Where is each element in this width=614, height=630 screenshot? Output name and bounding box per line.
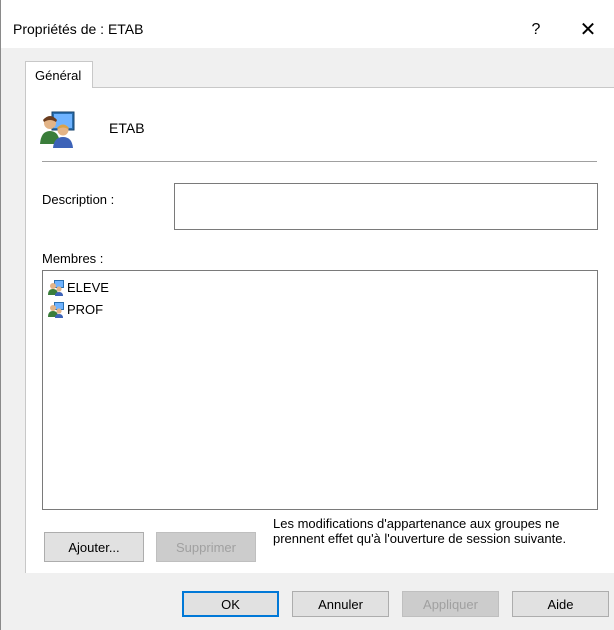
member-name: ELEVE bbox=[67, 280, 109, 295]
help-button[interactable]: ? bbox=[521, 18, 551, 42]
remove-member-button[interactable]: Supprimer bbox=[156, 532, 256, 562]
members-list[interactable]: ELEVE PROF bbox=[42, 270, 598, 510]
group-users-icon bbox=[40, 111, 75, 148]
title-bar: Propriétés de : ETAB ? ✕ bbox=[1, 0, 614, 48]
member-name: PROF bbox=[67, 302, 104, 317]
help-dialog-button[interactable]: Aide bbox=[512, 591, 609, 617]
group-icon bbox=[48, 280, 64, 296]
apply-button[interactable]: Appliquer bbox=[402, 591, 499, 617]
window-title: Propriétés de : ETAB bbox=[13, 21, 144, 37]
tab-general-label: Général bbox=[35, 68, 82, 83]
membership-note: Les modifications d'appartenance aux gro… bbox=[273, 516, 567, 546]
divider bbox=[42, 161, 597, 162]
add-member-button[interactable]: Ajouter... bbox=[44, 532, 144, 562]
description-label: Description : bbox=[42, 192, 115, 207]
close-button[interactable]: ✕ bbox=[571, 16, 605, 44]
description-input[interactable] bbox=[174, 183, 598, 230]
cancel-button[interactable]: Annuler bbox=[292, 591, 389, 617]
group-icon bbox=[48, 302, 64, 318]
members-label: Membres : bbox=[42, 251, 104, 266]
group-name: ETAB bbox=[109, 120, 145, 136]
tab-general[interactable]: Général bbox=[25, 61, 93, 88]
properties-dialog: Propriétés de : ETAB ? ✕ Général ETAB De… bbox=[0, 0, 614, 630]
ok-button[interactable]: OK bbox=[182, 591, 279, 617]
